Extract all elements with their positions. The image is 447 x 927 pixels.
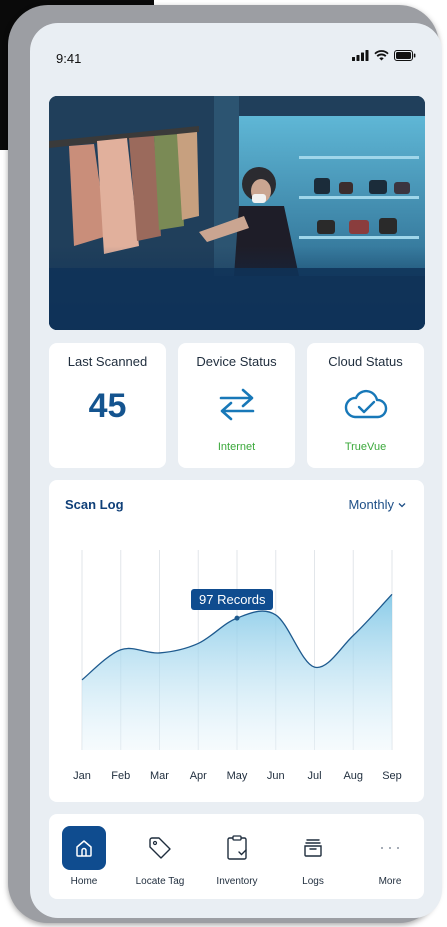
scan-log-card: Scan Log Monthly 97 Records Jan Feb Mar Apr…: [49, 480, 424, 802]
scan-log-chart: [81, 550, 393, 750]
hero-store-image: [49, 96, 425, 330]
phone-frame: 9:41 Last Scanned 45 Device Status Inter…: [8, 5, 442, 923]
nav-locate-tag[interactable]: Locate Tag: [125, 814, 195, 899]
device-status-subtitle: Internet: [217, 441, 256, 453]
scan-log-title: Scan Log: [65, 497, 124, 512]
phone-screen: 9:41 Last Scanned 45 Device Status Inter…: [30, 23, 442, 918]
signal-icon: [352, 50, 369, 61]
nav-more[interactable]: More: [355, 814, 425, 899]
bottom-nav: Home Locate Tag Inventory Logs More: [49, 814, 424, 899]
x-tick-jul: Jul: [307, 770, 322, 782]
period-dropdown[interactable]: Monthly: [348, 497, 406, 512]
nav-inventory[interactable]: Inventory: [202, 814, 272, 899]
nav-inventory-label: Inventory: [216, 876, 258, 887]
x-tick-feb: Feb: [111, 770, 131, 782]
clipboard-icon-wrap: [215, 826, 259, 870]
archive-icon-wrap: [291, 826, 335, 870]
home-icon-wrap: [62, 826, 106, 870]
last-scanned-title: Last Scanned: [67, 354, 148, 369]
battery-icon: [394, 50, 416, 61]
cloud-status-subtitle: TrueVue: [344, 441, 387, 453]
wifi-icon: [374, 50, 389, 61]
clipboard-check-icon: [227, 835, 247, 860]
nav-home-label: Home: [70, 876, 98, 887]
device-status-title: Device Status: [196, 354, 277, 369]
highlight-point[interactable]: [234, 615, 240, 621]
device-status-card[interactable]: Device Status Internet: [178, 343, 295, 468]
x-tick-aug: Aug: [343, 770, 364, 782]
archive-box-icon: [304, 839, 322, 857]
nav-home[interactable]: Home: [49, 814, 119, 899]
cloud-check-icon: [344, 389, 387, 419]
nav-locate-tag-label: Locate Tag: [135, 876, 185, 887]
last-scanned-card[interactable]: Last Scanned 45: [49, 343, 166, 468]
chart-tooltip: 97 Records: [191, 589, 274, 611]
tag-icon: [149, 837, 171, 859]
nav-logs[interactable]: Logs: [278, 814, 348, 899]
last-scanned-value: 45: [88, 387, 127, 425]
x-tick-mar: Mar: [150, 770, 169, 782]
chevron-down-icon: [398, 502, 406, 507]
x-tick-sep: Sep: [382, 770, 402, 782]
x-tick-may: May: [226, 770, 248, 782]
x-tick-jun: Jun: [266, 770, 285, 782]
period-label: Monthly: [348, 497, 394, 512]
nav-logs-label: Logs: [302, 876, 324, 887]
cloud-status-title: Cloud Status: [328, 354, 403, 369]
x-tick-apr: Apr: [189, 770, 207, 782]
store-scene-illustration: [49, 96, 425, 330]
more-icon-wrap: [368, 826, 412, 870]
cloud-status-card[interactable]: Cloud Status TrueVue: [307, 343, 424, 468]
status-icons: [352, 50, 416, 61]
nav-more-label: More: [378, 876, 402, 887]
more-dots-icon: [381, 847, 399, 849]
status-time: 9:41: [56, 51, 82, 66]
tag-icon-wrap: [138, 826, 182, 870]
x-tick-jan: Jan: [73, 770, 91, 782]
sync-arrows-icon: [219, 388, 254, 421]
home-icon: [76, 840, 92, 857]
